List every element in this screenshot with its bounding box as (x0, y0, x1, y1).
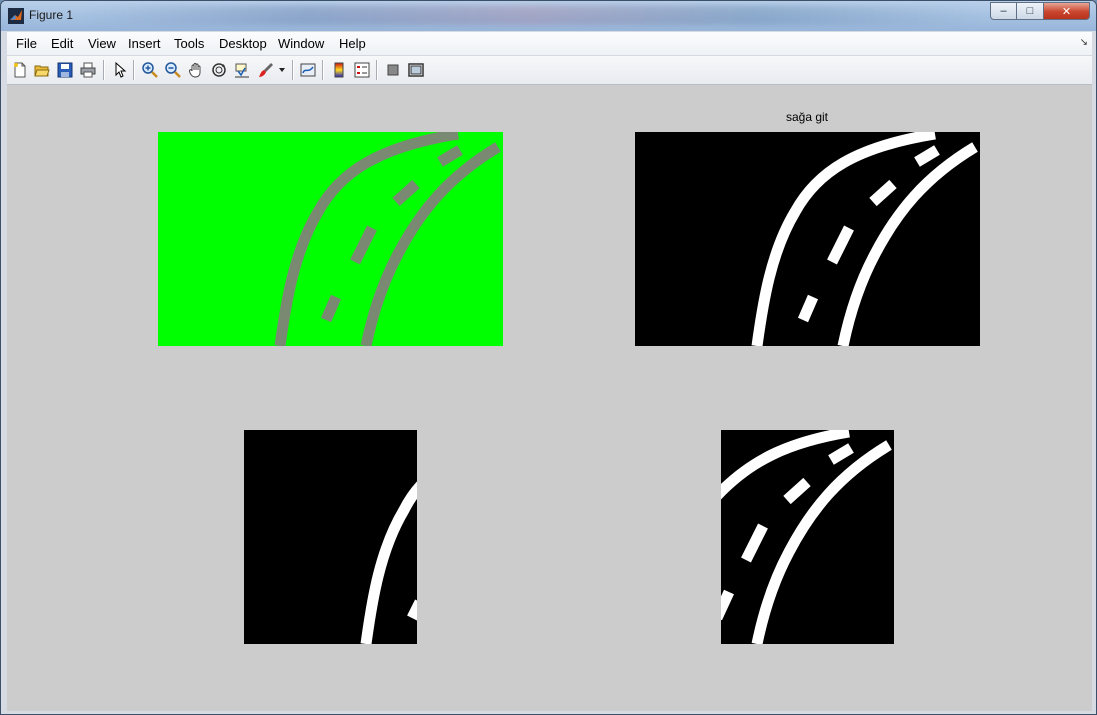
subplot-road-binary (635, 132, 980, 346)
window-controls: – □ ✕ (990, 2, 1090, 21)
hide-plot-tools-icon[interactable] (384, 61, 402, 79)
close-icon: ✕ (1061, 5, 1072, 18)
lane-dash (407, 599, 417, 621)
pan-hand-icon[interactable] (187, 61, 205, 79)
colorbar-icon[interactable] (330, 61, 348, 79)
print-icon[interactable] (79, 61, 97, 79)
menu-view[interactable]: View (88, 36, 116, 51)
maximize-button[interactable]: □ (1017, 2, 1044, 20)
menu-desktop[interactable]: Desktop (219, 36, 267, 51)
subplot-title: sağa git (785, 110, 829, 124)
minimize-button[interactable]: – (990, 2, 1017, 20)
road-color-image (158, 132, 503, 346)
title-bar[interactable]: Figure 1 – □ ✕ (1, 1, 1096, 31)
menu-insert[interactable]: Insert (128, 36, 161, 51)
menu-file[interactable]: File (16, 36, 37, 51)
figure-toolbar (7, 56, 1092, 85)
new-figure-icon[interactable] (11, 61, 29, 79)
figure-window: Figure 1 – □ ✕ File Edit View Insert Too… (0, 0, 1097, 715)
subplot-road-color (158, 132, 503, 346)
rotate-3d-icon[interactable] (210, 61, 228, 79)
close-button[interactable]: ✕ (1044, 2, 1090, 20)
minimize-icon: – (1000, 5, 1007, 17)
matlab-logo-icon (8, 8, 24, 24)
brush-dropdown-icon[interactable] (277, 61, 287, 79)
show-plot-tools-icon[interactable] (407, 61, 425, 79)
link-plot-icon[interactable] (299, 61, 317, 79)
open-file-icon[interactable] (33, 61, 51, 79)
zoom-out-icon[interactable] (164, 61, 182, 79)
menu-bar: File Edit View Insert Tools Desktop Wind… (7, 32, 1092, 56)
title-bar-background (81, 5, 981, 25)
menu-edit[interactable]: Edit (51, 36, 73, 51)
legend-icon[interactable] (353, 61, 371, 79)
toolbar-separator (292, 60, 294, 80)
save-icon[interactable] (56, 61, 74, 79)
menu-window[interactable]: Window (278, 36, 324, 51)
left-half-binary (244, 430, 417, 644)
zoom-in-icon[interactable] (141, 61, 159, 79)
edit-plot-arrow-icon[interactable] (111, 61, 129, 79)
corner-arrow-icon[interactable]: ↘ (1080, 37, 1088, 48)
road-binary-image (635, 132, 980, 346)
toolbar-separator (376, 60, 378, 80)
maximize-icon: □ (1026, 5, 1034, 17)
data-cursor-icon[interactable] (233, 61, 251, 79)
window-title: Figure 1 (29, 8, 74, 22)
brush-icon[interactable] (257, 61, 275, 79)
toolbar-separator (103, 60, 105, 80)
toolbar-separator (133, 60, 135, 80)
right-half-binary (721, 430, 894, 644)
toolbar-separator (322, 60, 324, 80)
subplot-left-half (244, 430, 417, 644)
menu-help[interactable]: Help (339, 36, 366, 51)
menu-tools[interactable]: Tools (174, 36, 204, 51)
subplot-right-half (721, 430, 894, 644)
